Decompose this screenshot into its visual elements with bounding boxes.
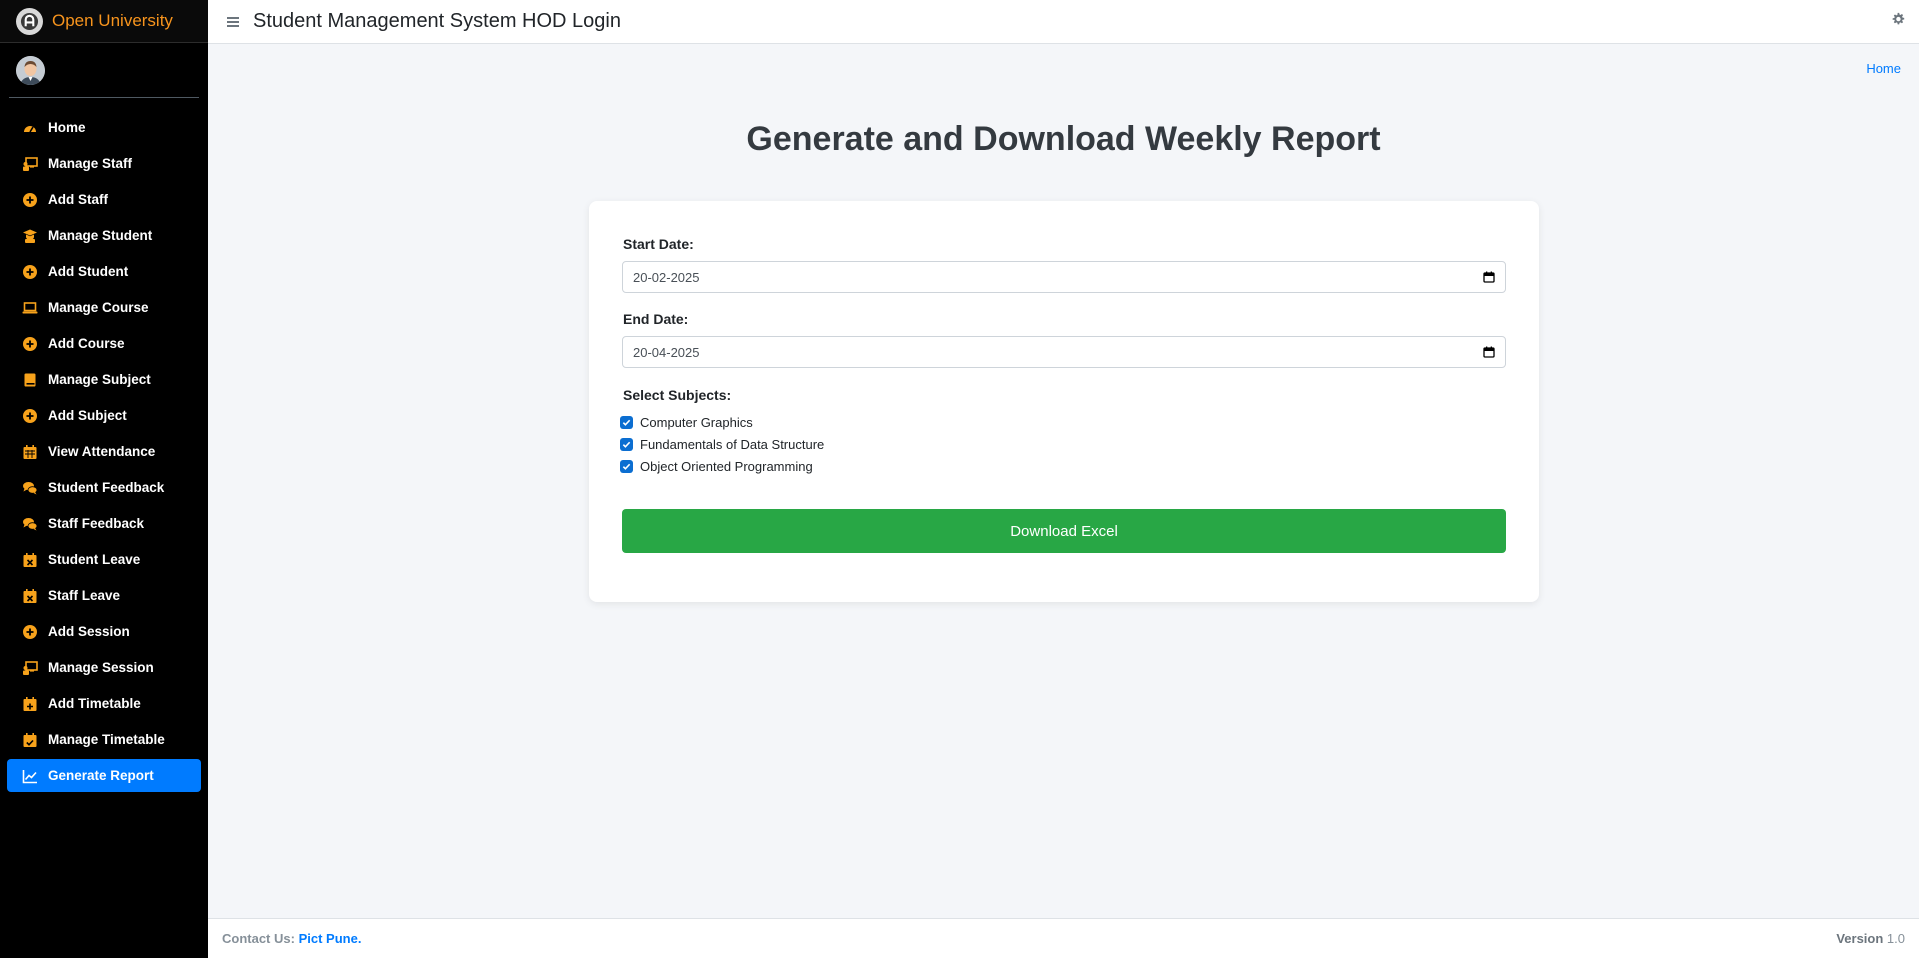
user-panel (9, 43, 199, 98)
subject-option-computer-graphics: Computer Graphics (620, 415, 753, 430)
book-icon (22, 372, 38, 388)
subject-checkbox[interactable] (620, 416, 633, 429)
calendar-picker-icon[interactable] (1483, 271, 1495, 283)
start-date-input[interactable]: 20-02-2025 (622, 261, 1506, 293)
header-title: Student Management System HOD Login (253, 10, 621, 32)
sidebar-item-add-course[interactable]: Add Course (7, 327, 201, 360)
sidebar-item-home[interactable]: Home (7, 111, 201, 144)
select-subjects-label: Select Subjects: (623, 387, 732, 403)
sidebar-item-manage-subject[interactable]: Manage Subject (7, 363, 201, 396)
subject-option-object-oriented-programming: Object Oriented Programming (620, 459, 813, 474)
sidebar-item-label: Home (48, 120, 86, 135)
calendar-times-icon (22, 588, 38, 604)
brand-logo-icon (16, 7, 43, 35)
sidebar-nav: Home Manage Staff Add Staff Manage Student A… (0, 98, 208, 792)
sidebar-item-label: Manage Timetable (48, 732, 165, 747)
subject-label[interactable]: Fundamentals of Data Structure (640, 437, 824, 452)
end-date-label: End Date: (623, 311, 689, 327)
brand-name: Open University (52, 11, 173, 30)
footer-contact-link[interactable]: Pict Pune. (299, 931, 362, 946)
calendar-check-icon (22, 732, 38, 748)
chalkboard-teacher-icon (22, 660, 38, 676)
sidebar-item-staff-feedback[interactable]: Staff Feedback (7, 507, 201, 540)
sidebar-item-manage-student[interactable]: Manage Student (7, 219, 201, 252)
top-navbar: Student Management System HOD Login (208, 0, 1919, 44)
chart-line-icon (22, 768, 38, 784)
page-title: Generate and Download Weekly Report (746, 120, 1381, 158)
footer-version: Version 1.0 (1836, 931, 1905, 946)
plus-circle-icon (22, 624, 38, 640)
subject-checkbox[interactable] (620, 438, 633, 451)
plus-circle-icon (22, 264, 38, 280)
sidebar: Open University Home Manage Staff Add Staf… (0, 0, 208, 958)
start-date-label: Start Date: (623, 236, 694, 252)
comments-icon (22, 516, 38, 532)
sidebar-item-student-leave[interactable]: Student Leave (7, 543, 201, 576)
report-form-card: Start Date: 20-02-2025 End Date: 20-04-2… (589, 201, 1539, 602)
sidebar-item-add-timetable[interactable]: Add Timetable (7, 687, 201, 720)
footer-version-label: Version (1836, 931, 1884, 946)
sidebar-item-label: Manage Subject (48, 372, 151, 387)
footer-version-number: 1.0 (1886, 931, 1905, 946)
sidebar-item-label: Add Timetable (48, 696, 141, 711)
sidebar-item-student-feedback[interactable]: Student Feedback (7, 471, 201, 504)
subject-label[interactable]: Computer Graphics (640, 415, 753, 430)
comments-icon (22, 480, 38, 496)
sidebar-item-label: Add Course (48, 336, 125, 351)
sidebar-item-add-student[interactable]: Add Student (7, 255, 201, 288)
subject-option-fundamentals-of-data-structure: Fundamentals of Data Structure (620, 437, 824, 452)
plus-circle-icon (22, 408, 38, 424)
footer: Contact Us: Pict Pune. Version 1.0 (208, 918, 1919, 958)
calendar-times-icon (22, 552, 38, 568)
end-date-input[interactable]: 20-04-2025 (622, 336, 1506, 368)
gear-icon[interactable] (1891, 12, 1905, 26)
subject-checkbox[interactable] (620, 460, 633, 473)
sidebar-item-label: Add Staff (48, 192, 108, 207)
laptop-icon (22, 300, 38, 316)
sidebar-item-generate-report[interactable]: Generate Report (7, 759, 201, 792)
sidebar-item-manage-session[interactable]: Manage Session (7, 651, 201, 684)
sidebar-item-label: Student Leave (48, 552, 141, 567)
sidebar-item-add-staff[interactable]: Add Staff (7, 183, 201, 216)
sidebar-item-add-subject[interactable]: Add Subject (7, 399, 201, 432)
sidebar-item-label: Staff Feedback (48, 516, 145, 531)
plus-circle-icon (22, 192, 38, 208)
menu-toggle-icon[interactable] (227, 15, 239, 29)
sidebar-item-label: Manage Course (48, 300, 149, 315)
sidebar-item-manage-staff[interactable]: Manage Staff (7, 147, 201, 180)
sidebar-item-label: Student Feedback (48, 480, 165, 495)
dashboard-icon (22, 120, 38, 136)
download-excel-button[interactable]: Download Excel (622, 509, 1506, 553)
brand[interactable]: Open University (0, 0, 208, 43)
plus-circle-icon (22, 336, 38, 352)
sidebar-item-label: Manage Staff (48, 156, 133, 171)
calendar-picker-icon[interactable] (1483, 346, 1495, 358)
sidebar-item-staff-leave[interactable]: Staff Leave (7, 579, 201, 612)
footer-contact: Contact Us: Pict Pune. (222, 931, 361, 946)
sidebar-item-add-session[interactable]: Add Session (7, 615, 201, 648)
sidebar-item-label: Add Subject (48, 408, 127, 423)
sidebar-item-label: Staff Leave (48, 588, 121, 603)
sidebar-item-label: Manage Session (48, 660, 154, 675)
start-date-value: 20-02-2025 (633, 269, 700, 285)
sidebar-item-label: Generate Report (48, 768, 154, 783)
footer-contact-prefix: Contact Us: (222, 931, 295, 946)
sidebar-item-view-attendance[interactable]: View Attendance (7, 435, 201, 468)
graduate-icon (22, 228, 38, 244)
breadcrumb-home-link[interactable]: Home (1866, 61, 1901, 76)
sidebar-item-manage-course[interactable]: Manage Course (7, 291, 201, 324)
sidebar-item-label: View Attendance (48, 444, 156, 459)
end-date-value: 20-04-2025 (633, 344, 700, 360)
avatar[interactable] (16, 55, 45, 85)
sidebar-item-label: Add Session (48, 624, 130, 639)
sidebar-item-label: Add Student (48, 264, 129, 279)
calendar-icon (22, 444, 38, 460)
sidebar-item-manage-timetable[interactable]: Manage Timetable (7, 723, 201, 756)
chalkboard-teacher-icon (22, 156, 38, 172)
sidebar-item-label: Manage Student (48, 228, 153, 243)
subject-label[interactable]: Object Oriented Programming (640, 459, 813, 474)
calendar-plus-icon (22, 696, 38, 712)
